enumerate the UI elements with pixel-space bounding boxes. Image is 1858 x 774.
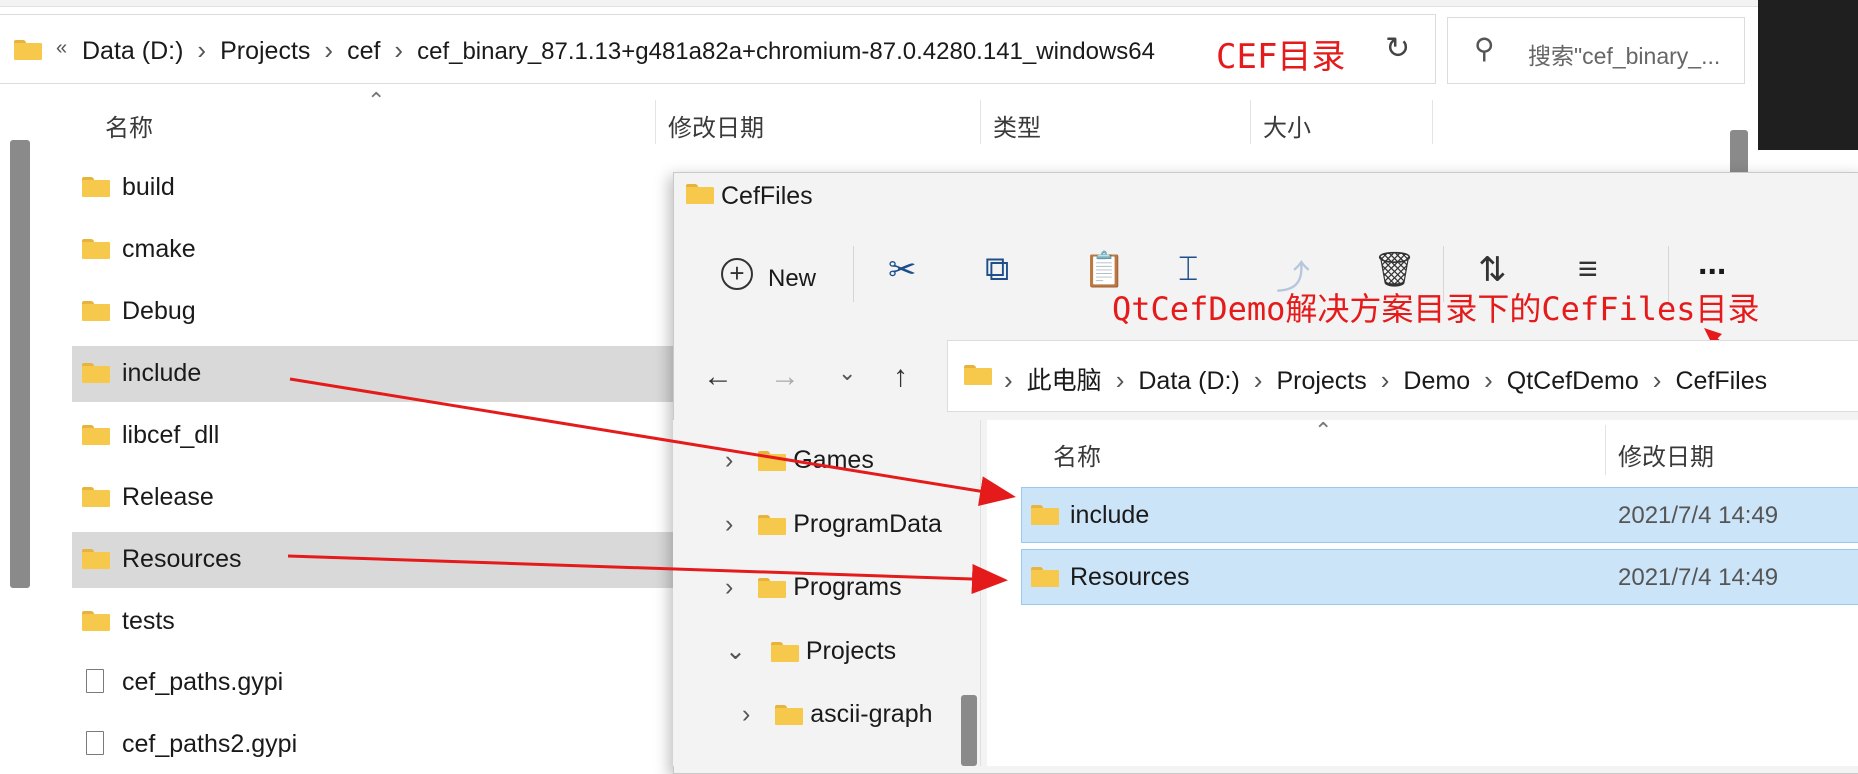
arrow-resources — [287, 554, 1008, 594]
annotation-arrows — [287, 377, 1016, 594]
arrow-include — [289, 377, 1016, 506]
